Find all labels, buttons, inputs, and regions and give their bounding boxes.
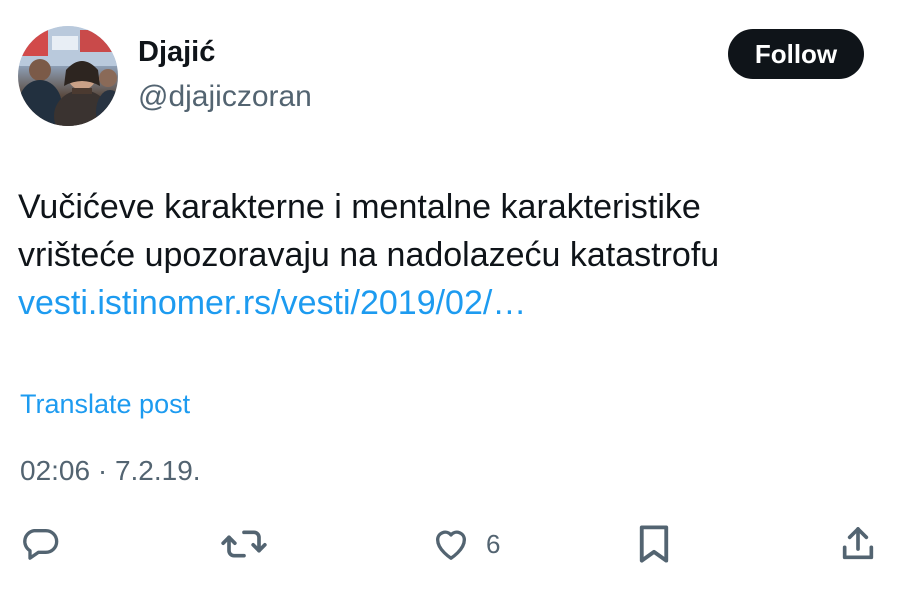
heart-icon [435, 530, 467, 560]
profile-photo-icon [18, 26, 118, 126]
like-button[interactable]: 6 [430, 520, 500, 568]
tweet-text: Vučićeve karakterne i mentalne karakteri… [18, 183, 878, 327]
repost-arrows-icon [221, 530, 267, 558]
bookmark-icon [639, 525, 669, 563]
share-button[interactable] [838, 520, 878, 568]
tweet-text-line-1: Vučićeve karakterne i mentalne karakteri… [18, 188, 701, 226]
avatar[interactable] [18, 26, 118, 126]
post-timestamp[interactable]: 02:06 · 7.2.19. [20, 452, 201, 490]
tweet-link[interactable]: vesti.istinomer.rs/vesti/2019/02/… [18, 279, 878, 327]
tweet-text-line-2: vrišteće upozoravaju na nadolazeću katas… [18, 236, 720, 274]
bookmark-button[interactable] [636, 520, 672, 568]
follow-button[interactable]: Follow [728, 29, 864, 79]
like-count: 6 [486, 528, 501, 559]
share-upload-icon [842, 527, 874, 560]
display-name[interactable]: Djajić [138, 33, 215, 71]
speech-bubble-icon [23, 529, 59, 560]
repost-button[interactable] [220, 520, 268, 568]
user-handle[interactable]: @djajiczoran [138, 77, 312, 117]
translate-post-link[interactable]: Translate post [20, 386, 190, 422]
reply-button[interactable] [20, 520, 60, 568]
